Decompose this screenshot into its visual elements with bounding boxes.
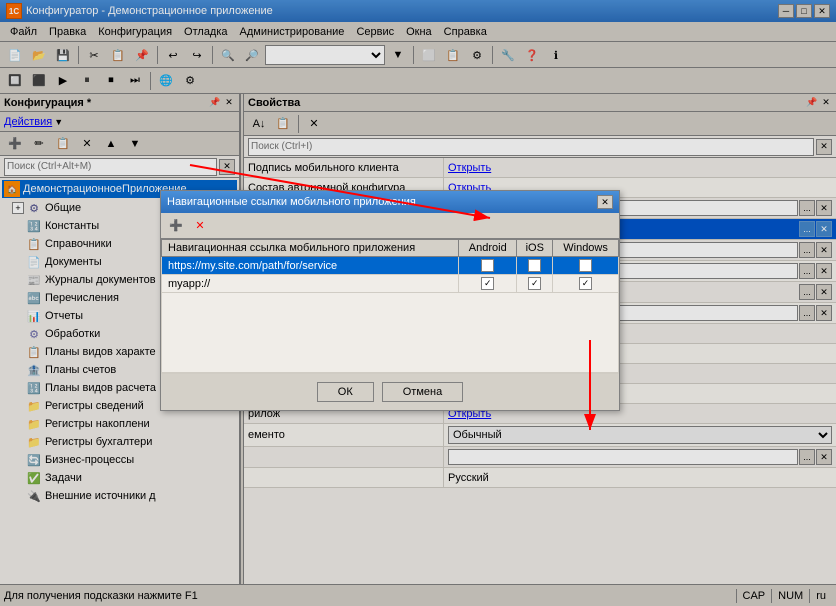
nav-links-dialog: Навигационные ссылки мобильного приложен… — [160, 190, 620, 411]
col-header-ios: iOS — [517, 240, 553, 257]
dialog-cell-url-1: myapp:// — [162, 275, 459, 293]
dialog-title-bar: Навигационные ссылки мобильного приложен… — [161, 191, 619, 213]
dialog-cell-android-0[interactable] — [459, 257, 517, 275]
dialog-add-btn[interactable]: ➕ — [165, 215, 187, 237]
dialog-cell-windows-0[interactable] — [553, 257, 619, 275]
checkbox-android-0[interactable] — [481, 259, 494, 272]
checkbox-ios-0[interactable] — [528, 259, 541, 272]
col-header-url: Навигационная ссылка мобильного приложен… — [162, 240, 459, 257]
dialog-empty-row — [162, 293, 619, 373]
checkbox-ios-1[interactable] — [528, 277, 541, 290]
dialog-title-text: Навигационные ссылки мобильного приложен… — [167, 196, 416, 208]
dialog-toolbar: ➕ ✕ — [161, 213, 619, 239]
dialog-row-0[interactable]: https://my.site.com/path/for/service — [162, 257, 619, 275]
dialog-cell-ios-1[interactable] — [517, 275, 553, 293]
col-header-windows: Windows — [553, 240, 619, 257]
dialog-content: Навигационная ссылка мобильного приложен… — [161, 239, 619, 373]
dialog-table: Навигационная ссылка мобильного приложен… — [161, 239, 619, 373]
checkbox-android-1[interactable] — [481, 277, 494, 290]
dialog-cell-android-1[interactable] — [459, 275, 517, 293]
dialog-close-btn[interactable]: ✕ — [597, 195, 613, 209]
col-header-android: Android — [459, 240, 517, 257]
dialog-del-btn[interactable]: ✕ — [189, 215, 211, 237]
dialog-row-1[interactable]: myapp:// — [162, 275, 619, 293]
dialog-cell-url-0: https://my.site.com/path/for/service — [162, 257, 459, 275]
checkbox-windows-0[interactable] — [579, 259, 592, 272]
dialog-footer: ОК Отмена — [161, 373, 619, 410]
dialog-cell-ios-0[interactable] — [517, 257, 553, 275]
dialog-cell-windows-1[interactable] — [553, 275, 619, 293]
dialog-cancel-btn[interactable]: Отмена — [382, 382, 463, 402]
checkbox-windows-1[interactable] — [579, 277, 592, 290]
dialog-ok-btn[interactable]: ОК — [317, 382, 374, 402]
